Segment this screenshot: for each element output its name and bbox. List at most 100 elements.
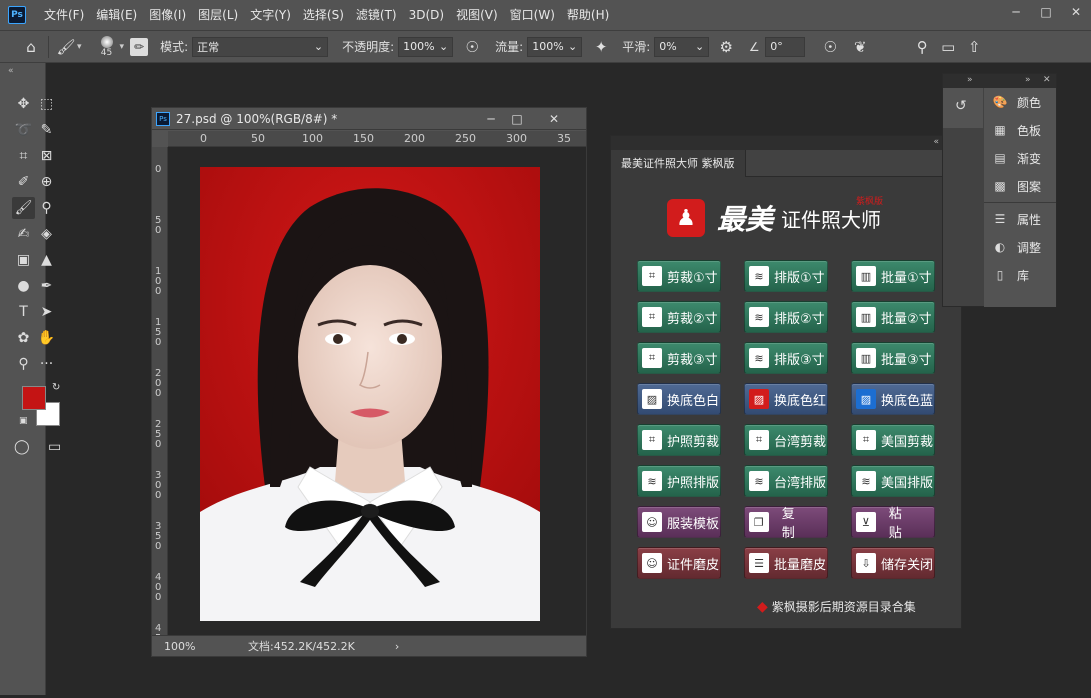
expand-icon[interactable]: » [967,75,973,85]
marquee-icon[interactable]: ⬚ [35,93,58,115]
plugin-button[interactable]: ≋ 美国排版 [851,465,935,497]
share-icon[interactable]: ⇧ [963,36,985,58]
menu-item[interactable]: 图像(I) [143,0,192,30]
opacity-field[interactable]: 100% ⌄ [398,36,454,57]
plugin-button[interactable]: ☰ 批量磨皮 [744,547,828,579]
lasso-icon[interactable]: ➰ [12,119,35,141]
stamp-icon[interactable]: ⚲ [35,197,58,219]
frame-icon[interactable]: ⊠ [35,145,58,167]
shape-icon[interactable]: ✿ [12,327,35,349]
plugin-button[interactable]: ≋ 台湾排版 [744,465,828,497]
plugin-button[interactable]: ⌗ 美国剪裁 [851,424,935,456]
menu-item[interactable]: 编辑(E) [90,0,143,30]
maximize-icon[interactable]: □ [1031,1,1061,23]
plugin-button[interactable]: ≋ 排版②寸 [744,301,828,333]
zoom-icon[interactable]: ⚲ [12,353,35,375]
history-brush-icon[interactable]: ✍ [12,223,35,245]
pressure-size-icon[interactable]: ☉ [819,36,841,58]
panel-item[interactable]: ▩ 图案 [984,172,1056,200]
close-icon[interactable]: ✕ [1061,1,1091,23]
canvas[interactable] [168,147,586,635]
brush-icon[interactable]: 🖌 [12,197,35,219]
panel-item[interactable]: ☰ 属性 [984,205,1056,233]
search-icon[interactable]: ⚲ [911,36,933,58]
panel-item[interactable]: 🎨 颜色 [984,88,1056,116]
workspace-icon[interactable]: ▭ [937,36,959,58]
menu-item[interactable]: 选择(S) [297,0,350,30]
pressure-opacity-icon[interactable]: ☉ [461,36,483,58]
blur-icon[interactable]: ▲ [35,249,58,271]
hand-icon[interactable]: ✋ [35,327,58,349]
panel-item[interactable]: ▯ 库 [984,261,1056,289]
minimize-icon[interactable]: ─ [1001,1,1031,23]
expand-icon[interactable]: » [1025,75,1031,85]
gear-icon[interactable]: ⚙ [715,36,737,58]
minimize-icon[interactable]: ─ [478,108,504,130]
menu-item[interactable]: 图层(L) [192,0,244,30]
plugin-button[interactable]: ⇩ 储存关闭 [851,547,935,579]
maximize-icon[interactable]: □ [504,108,530,130]
panel-item[interactable]: ▤ 渐变 [984,144,1056,172]
menu-item[interactable]: 滤镜(T) [350,0,403,30]
default-colors-icon[interactable]: ▣ [19,416,28,426]
gradient-icon[interactable]: ▣ [12,249,35,271]
brush-icon[interactable]: 🖌 [55,36,77,58]
plugin-button[interactable]: ≋ 排版①寸 [744,260,828,292]
plugin-button[interactable]: ⌗ 台湾剪裁 [744,424,828,456]
plugin-button[interactable]: ▨ 换底色白 [637,383,721,415]
panel-item[interactable]: ◐ 调整 [984,233,1056,261]
pen-icon[interactable]: ✒ [35,275,58,297]
plugin-button[interactable]: ≋ 排版③寸 [744,342,828,374]
plugin-button[interactable]: ▥ 批量③寸 [851,342,935,374]
plugin-button[interactable]: ≋ 护照排版 [637,465,721,497]
zoom-level[interactable]: 100% [164,640,236,653]
plugin-button[interactable]: ☺ 证件磨皮 [637,547,721,579]
flow-field[interactable]: 100% ⌄ [527,36,583,57]
foreground-color-swatch[interactable] [22,386,46,410]
menu-item[interactable]: 视图(V) [450,0,504,30]
path-select-icon[interactable]: ➤ [35,301,58,323]
plugin-button[interactable]: ❐ 复制 [744,506,828,541]
eraser-icon[interactable]: ◈ [35,223,58,245]
plugin-button[interactable]: ▨ 换底色红 [744,383,828,415]
eyedropper-icon[interactable]: ✐ [12,171,35,193]
menu-item[interactable]: 帮助(H) [561,0,615,30]
plugin-button[interactable]: ⌗ 剪裁①寸 [637,260,721,292]
menu-item[interactable]: 文字(Y) [244,0,297,30]
panel-item[interactable]: ▦ 色板 [984,116,1056,144]
menu-item[interactable]: 文件(F) [38,0,90,30]
plugin-button[interactable]: ⊻ 粘贴 [851,506,935,541]
quick-mask-icon[interactable]: ◯ [14,439,30,455]
history-panel-button[interactable]: ↺ [943,88,983,128]
swap-colors-icon[interactable]: ↻ [52,382,60,393]
plugin-button[interactable]: ▥ 批量②寸 [851,301,935,333]
collapse-icon[interactable]: « [8,66,14,76]
plugin-button[interactable]: ⌗ 护照剪裁 [637,424,721,456]
type-icon[interactable]: T [12,301,35,323]
document-title-bar[interactable]: Ps 27.psd @ 100%(RGB/8#) * ─ □ ✕ [152,108,586,130]
screen-mode-icon[interactable]: ▭ [48,439,61,455]
collapse-icon[interactable]: « [933,137,939,147]
mode-select[interactable]: 正常 ⌄ [192,36,329,57]
more-icon[interactable]: ··· [35,353,58,375]
dodge-icon[interactable]: ● [12,275,35,297]
menu-item[interactable]: 窗口(W) [504,0,561,30]
menu-item[interactable]: 3D(D) [403,0,450,30]
plugin-button[interactable]: ⌗ 剪裁②寸 [637,301,721,333]
plugin-button[interactable]: ⌗ 剪裁③寸 [637,342,721,374]
plugin-button[interactable]: ▨ 换底色蓝 [851,383,935,415]
move-icon[interactable]: ✥ [12,93,35,115]
close-icon[interactable]: ✕ [1043,75,1051,85]
plugin-footer[interactable]: ◆ 紫枫摄影后期资源目录合集 [757,598,916,615]
chevron-right-icon[interactable]: › [395,640,399,653]
close-icon[interactable]: ✕ [530,108,578,130]
brush-settings-icon[interactable]: ✏ [130,37,149,56]
crop-icon[interactable]: ⌗ [12,145,35,167]
plugin-button[interactable]: ▥ 批量①寸 [851,260,935,292]
angle-field[interactable]: 0° [765,36,806,57]
brush-preset-picker[interactable]: 45 [94,35,120,58]
quick-select-icon[interactable]: ✎ [35,119,58,141]
plugin-button[interactable]: ☺ 服装模板 [637,506,721,538]
plugin-tab[interactable]: 最美证件照大师 紫枫版 [611,149,746,177]
home-icon[interactable]: ⌂ [20,36,42,58]
